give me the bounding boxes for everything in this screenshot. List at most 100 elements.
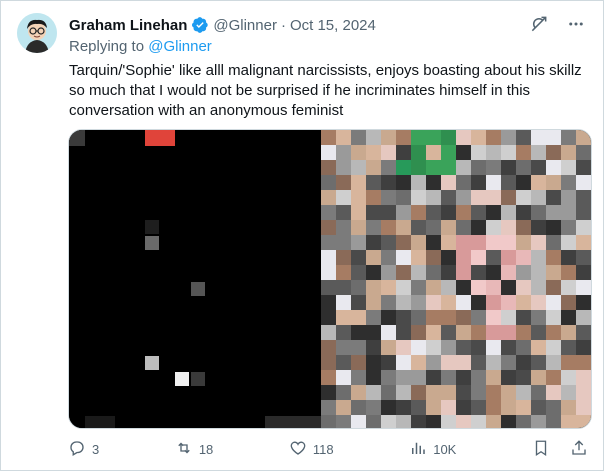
mosaic-pixel <box>411 310 426 325</box>
mosaic-pixel <box>381 235 396 250</box>
author-handle[interactable]: @Glinner <box>213 17 277 34</box>
mosaic-pixel <box>381 265 396 280</box>
mosaic-pixel <box>561 205 576 220</box>
mosaic-pixel <box>321 145 336 160</box>
mosaic-pixel <box>381 145 396 160</box>
mosaic-pixel <box>411 265 426 280</box>
media-pixelated-panel <box>321 130 591 428</box>
mosaic-pixel <box>396 175 411 190</box>
mosaic-pixel <box>531 415 546 428</box>
mosaic-pixel <box>336 235 351 250</box>
mosaic-pixel <box>456 250 471 265</box>
tweet-media-image[interactable] <box>68 129 592 429</box>
mosaic-pixel <box>351 145 366 160</box>
mosaic-pixel <box>471 325 486 340</box>
mosaic-pixel <box>546 325 561 340</box>
mosaic-pixel <box>366 265 381 280</box>
mosaic-pixel <box>456 175 471 190</box>
mosaic-pixel <box>336 130 351 145</box>
mosaic-pixel <box>456 280 471 295</box>
more-icon[interactable] <box>567 15 585 38</box>
bookmark-icon[interactable] <box>532 439 550 460</box>
mosaic-pixel <box>546 175 561 190</box>
secondary-actions <box>532 439 588 460</box>
mosaic-pixel <box>456 295 471 310</box>
mosaic-pixel <box>396 160 411 175</box>
share-icon[interactable] <box>570 439 588 460</box>
mosaic-pixel <box>441 175 456 190</box>
mosaic-pixel <box>396 370 411 385</box>
grok-icon[interactable] <box>529 14 549 39</box>
mosaic-pixel <box>366 145 381 160</box>
mosaic-pixel <box>396 250 411 265</box>
mosaic-pixel <box>531 280 546 295</box>
mosaic-pixel <box>441 190 456 205</box>
mosaic-pixel <box>441 400 456 415</box>
reply-button[interactable]: 3 <box>68 439 99 460</box>
mosaic-pixel <box>381 370 396 385</box>
verified-badge-icon[interactable] <box>191 16 209 34</box>
retweet-button[interactable]: 18 <box>175 439 213 460</box>
mosaic-pixel <box>516 370 531 385</box>
mosaic-pixel <box>321 130 336 145</box>
mosaic-pixel <box>321 385 336 400</box>
avatar[interactable] <box>17 13 57 53</box>
mosaic-pixel <box>576 295 591 310</box>
mosaic-pixel <box>336 370 351 385</box>
mosaic-pixel <box>531 385 546 400</box>
mosaic-pixel <box>351 250 366 265</box>
tweet-card[interactable]: Graham Linehan @Glinner · Oct 15, 2024 R… <box>0 0 604 471</box>
views-button[interactable]: 10K <box>409 439 456 460</box>
mosaic-pixel <box>336 205 351 220</box>
mosaic-pixel <box>576 415 591 428</box>
mosaic-pixel <box>441 295 456 310</box>
mosaic-pixel <box>516 190 531 205</box>
mosaic-pixel <box>396 280 411 295</box>
mosaic-pixel <box>321 160 336 175</box>
mosaic-pixel <box>366 160 381 175</box>
mosaic-pixel <box>456 265 471 280</box>
mosaic-pixel <box>576 310 591 325</box>
mosaic-pixel <box>351 280 366 295</box>
mosaic-pixel <box>576 400 591 415</box>
like-button[interactable]: 118 <box>289 439 334 460</box>
mosaic-pixel <box>366 400 381 415</box>
author-name[interactable]: Graham Linehan <box>69 17 187 34</box>
mosaic-pixel <box>531 190 546 205</box>
replying-handle-link[interactable]: @Glinner <box>148 38 212 55</box>
mosaic-pixel <box>456 145 471 160</box>
mosaic-pixel <box>576 190 591 205</box>
mosaic-pixel <box>426 415 441 428</box>
mosaic-pixel <box>411 175 426 190</box>
mosaic-pixel <box>471 160 486 175</box>
mosaic-pixel <box>561 310 576 325</box>
mosaic-pixel <box>561 190 576 205</box>
mosaic-pixel <box>396 310 411 325</box>
mosaic-pixel <box>411 355 426 370</box>
mosaic-pixel <box>486 130 501 145</box>
mosaic-pixel <box>561 235 576 250</box>
mosaic-pixel <box>516 205 531 220</box>
mosaic-pixel <box>546 340 561 355</box>
mosaic-pixel <box>441 385 456 400</box>
mosaic-pixel <box>486 370 501 385</box>
mosaic-pixel <box>336 160 351 175</box>
mosaic-pixel <box>546 205 561 220</box>
mosaic-pixel <box>546 370 561 385</box>
mosaic-pixel <box>501 325 516 340</box>
mosaic-pixel <box>441 235 456 250</box>
mosaic-pixel <box>531 355 546 370</box>
mosaic-pixel <box>426 235 441 250</box>
mosaic-pixel <box>531 295 546 310</box>
mosaic-pixel <box>546 280 561 295</box>
mosaic-pixel <box>561 220 576 235</box>
mosaic-pixel <box>561 295 576 310</box>
mosaic-pixel <box>351 400 366 415</box>
mosaic-pixel <box>396 355 411 370</box>
mosaic-pixel <box>471 175 486 190</box>
avatar-illustration <box>17 13 57 53</box>
mosaic-pixel <box>516 400 531 415</box>
tweet-date[interactable]: Oct 15, 2024 <box>290 17 376 34</box>
mosaic-pixel <box>516 310 531 325</box>
mosaic-pixel <box>561 340 576 355</box>
